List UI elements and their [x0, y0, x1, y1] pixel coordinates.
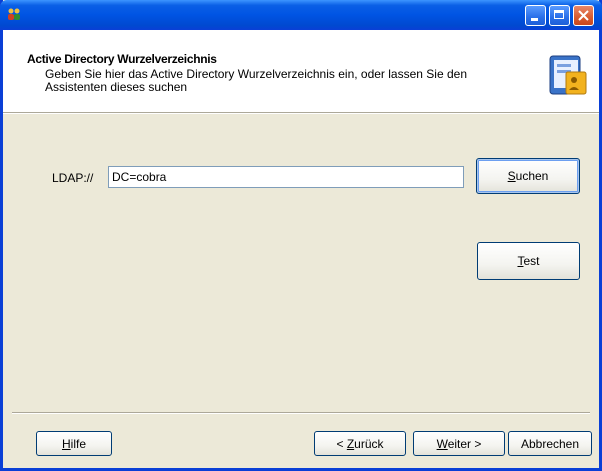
- header-title: Active Directory Wurzelverzeichnis: [27, 52, 217, 66]
- search-button-label: uchen: [515, 169, 549, 183]
- search-button[interactable]: Suchen: [476, 158, 580, 194]
- next-button[interactable]: Weiter >: [413, 431, 505, 456]
- ldap-prefix-label: LDAP://: [52, 171, 94, 185]
- maximize-button[interactable]: [549, 5, 570, 26]
- app-users-icon: [6, 7, 22, 23]
- wizard-window: Active Directory Wurzelverzeichnis Geben…: [0, 0, 602, 471]
- help-button-label: ilfe: [70, 436, 86, 451]
- cancel-button[interactable]: Abbrechen: [508, 431, 592, 456]
- back-button-label: urück: [354, 436, 384, 451]
- test-button[interactable]: Test: [477, 242, 580, 280]
- test-button-label: est: [523, 254, 540, 268]
- minimize-button[interactable]: [525, 5, 546, 26]
- ldap-path-input[interactable]: [108, 166, 464, 188]
- next-button-label: eiter >: [447, 436, 482, 451]
- wizard-header: Active Directory Wurzelverzeichnis Geben…: [3, 30, 599, 113]
- maximize-icon: [554, 10, 564, 19]
- search-button-accel: S: [507, 169, 516, 183]
- close-button[interactable]: [573, 5, 594, 26]
- help-button-accel: H: [61, 436, 71, 451]
- back-button-pre: <: [336, 436, 347, 451]
- next-button-accel: W: [436, 436, 448, 451]
- footer-separator: [12, 412, 590, 414]
- directory-book-icon: [544, 52, 590, 98]
- header-subtitle: Geben Sie hier das Active Directory Wurz…: [45, 67, 467, 94]
- help-button[interactable]: Hilfe: [36, 431, 112, 456]
- minimize-icon: [531, 18, 538, 21]
- close-icon: [578, 10, 589, 21]
- title-bar[interactable]: [0, 0, 602, 30]
- back-button[interactable]: < Zurück: [314, 431, 406, 456]
